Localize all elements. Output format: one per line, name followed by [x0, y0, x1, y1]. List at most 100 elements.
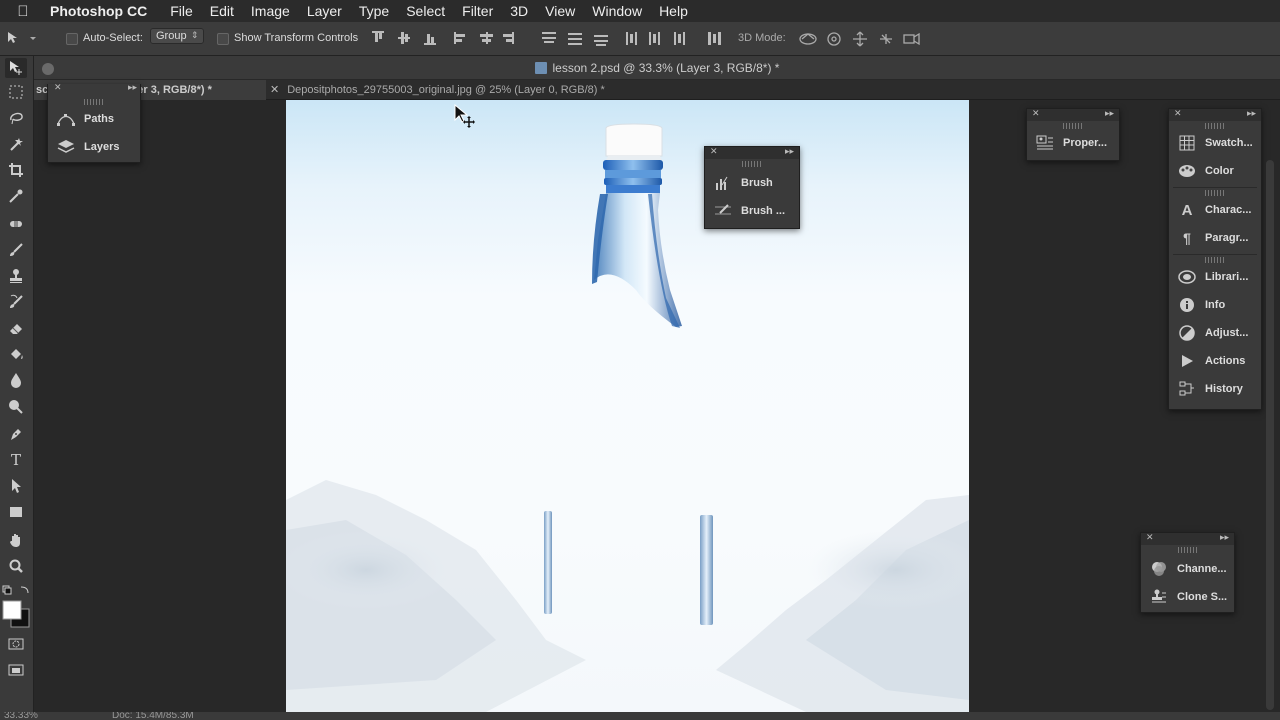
show-transform-checkbox[interactable]	[217, 33, 229, 45]
pen-tool-icon[interactable]	[5, 424, 27, 444]
healing-brush-tool-icon[interactable]	[5, 214, 27, 234]
close-icon[interactable]: ✕	[270, 84, 279, 96]
app-menu[interactable]: Photoshop CC	[46, 3, 155, 19]
move-tool-icon[interactable]	[5, 58, 27, 78]
panel-separator	[1173, 187, 1257, 188]
auto-select-checkbox[interactable]	[66, 33, 78, 45]
panel-item-label: Channe...	[1177, 563, 1227, 575]
3d-mode-tools[interactable]	[798, 30, 924, 48]
screen-mode-icon[interactable]	[5, 660, 27, 680]
paragraph-icon: ¶	[1183, 230, 1191, 246]
panel-item-swatches[interactable]: Swatch...	[1169, 129, 1261, 157]
menu-image[interactable]: Image	[244, 3, 297, 19]
paths-layers-panel: ✕ ▸▸ Paths Layers	[47, 82, 141, 163]
menu-view[interactable]: View	[538, 3, 582, 19]
3d-mode-label: 3D Mode:	[738, 32, 786, 44]
menu-type[interactable]: Type	[352, 3, 396, 19]
eraser-tool-icon[interactable]	[5, 318, 27, 338]
eyedropper-tool-icon[interactable]	[5, 186, 27, 206]
panel-item-color[interactable]: Color	[1169, 157, 1261, 185]
close-icon[interactable]: ✕	[1174, 108, 1182, 119]
clone-source-icon	[1149, 589, 1169, 605]
panel-item-adjustments[interactable]: Adjust...	[1169, 319, 1261, 347]
panel-item-label: Paragr...	[1205, 232, 1249, 244]
panel-item-brush[interactable]: Brush	[705, 169, 799, 197]
type-tool-icon[interactable]: T	[5, 450, 27, 470]
panel-item-layers[interactable]: Layers	[48, 133, 140, 161]
menu-select[interactable]: Select	[399, 3, 452, 19]
history-brush-tool-icon[interactable]	[5, 292, 27, 312]
channels-icon	[1149, 561, 1169, 577]
menu-edit[interactable]: Edit	[203, 3, 241, 19]
blur-tool-icon[interactable]	[5, 370, 27, 390]
tab-label: Depositphotos_29755003_original.jpg @ 25…	[287, 84, 605, 96]
menu-filter[interactable]: Filter	[455, 3, 500, 19]
menu-window[interactable]: Window	[585, 3, 649, 19]
panel-item-label: Layers	[84, 141, 120, 153]
hand-tool-icon[interactable]	[5, 530, 27, 550]
panel-item-character[interactable]: A Charac...	[1169, 196, 1261, 224]
zoom-tool-icon[interactable]	[5, 556, 27, 576]
panel-item-clone-source[interactable]: Clone S...	[1141, 583, 1234, 611]
close-icon[interactable]: ✕	[1146, 532, 1154, 543]
panel-grip[interactable]	[1177, 547, 1198, 553]
document-title: lesson 2.psd @ 33.3% (Layer 3, RGB/8*) *	[552, 61, 780, 75]
panel-item-properties[interactable]: Proper...	[1027, 129, 1119, 157]
rectangle-tool-icon[interactable]	[5, 502, 27, 522]
canvas-artwork	[286, 123, 969, 712]
zoom-level[interactable]: 33.33%	[4, 712, 38, 720]
collapse-icon[interactable]: ▸▸	[1105, 108, 1114, 119]
paint-bucket-tool-icon[interactable]	[5, 344, 27, 364]
crop-tool-icon[interactable]	[5, 160, 27, 180]
canvas[interactable]	[286, 100, 969, 712]
window-close-dot[interactable]	[42, 63, 54, 75]
brush-tool-icon[interactable]	[5, 240, 27, 260]
marquee-tool-icon[interactable]	[5, 82, 27, 102]
menu-help[interactable]: Help	[652, 3, 695, 19]
panel-header: ✕ ▸▸	[1169, 108, 1261, 121]
color-swatches-icon[interactable]	[1, 584, 33, 630]
panel-item-brush-presets[interactable]: Brush ...	[705, 197, 799, 225]
panel-item-info[interactable]: Info	[1169, 291, 1261, 319]
quick-mask-icon[interactable]	[5, 634, 27, 654]
menu-file[interactable]: File	[163, 3, 200, 19]
panel-item-libraries[interactable]: Librari...	[1169, 263, 1261, 291]
panel-item-history[interactable]: History	[1169, 375, 1261, 403]
panel-header: ✕ ▸▸	[1027, 108, 1119, 121]
quick-selection-tool-icon[interactable]	[5, 134, 27, 154]
color-icon	[1177, 163, 1197, 179]
move-cursor-icon	[454, 104, 475, 128]
panel-item-paths[interactable]: Paths	[48, 105, 140, 133]
swatches-icon	[1177, 135, 1197, 151]
menu-3d[interactable]: 3D	[503, 3, 535, 19]
move-tool-preset-icon[interactable]	[6, 30, 36, 46]
collapse-icon[interactable]: ▸▸	[128, 82, 137, 93]
panel-item-label: Info	[1205, 299, 1226, 311]
apple-icon[interactable]: 	[0, 3, 46, 20]
panel-item-channels[interactable]: Channe...	[1141, 555, 1234, 583]
panel-grip[interactable]	[742, 161, 762, 167]
collapse-icon[interactable]: ▸▸	[1220, 532, 1229, 543]
psd-file-icon	[534, 62, 547, 74]
vertical-scrollbar[interactable]	[1266, 160, 1274, 710]
path-selection-tool-icon[interactable]	[5, 476, 27, 496]
collapse-icon[interactable]: ▸▸	[785, 146, 794, 157]
panel-item-actions[interactable]: Actions	[1169, 347, 1261, 375]
paths-icon	[56, 111, 76, 127]
menu-layer[interactable]: Layer	[300, 3, 349, 19]
panel-item-paragraph[interactable]: ¶ Paragr...	[1169, 224, 1261, 252]
panel-item-label: Paths	[84, 113, 114, 125]
tab-depositphotos[interactable]: ✕ Depositphotos_29755003_original.jpg @ 2…	[260, 80, 615, 100]
clone-stamp-tool-icon[interactable]	[5, 266, 27, 286]
close-icon[interactable]: ✕	[54, 82, 62, 93]
actions-icon	[1177, 353, 1197, 369]
close-icon[interactable]: ✕	[710, 146, 718, 157]
dodge-tool-icon[interactable]	[5, 396, 27, 416]
panel-item-label: Proper...	[1063, 137, 1108, 149]
panel-header: ✕ ▸▸	[1141, 532, 1234, 545]
character-icon: A	[1181, 201, 1193, 219]
close-icon[interactable]: ✕	[1032, 108, 1040, 119]
auto-select-dropdown[interactable]: Group	[150, 28, 204, 44]
lasso-tool-icon[interactable]	[5, 108, 27, 128]
collapse-icon[interactable]: ▸▸	[1247, 108, 1256, 119]
